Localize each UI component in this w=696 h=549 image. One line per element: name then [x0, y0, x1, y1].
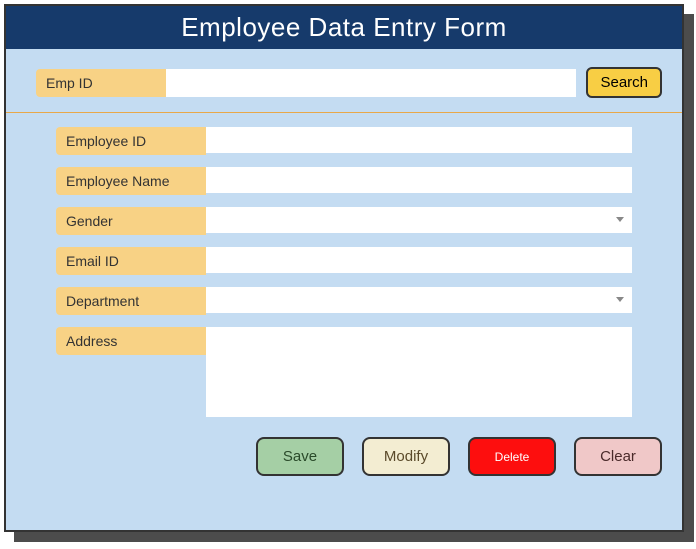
- label-department: Department: [56, 287, 206, 315]
- delete-button[interactable]: Delete: [468, 437, 556, 476]
- row-department: Department: [56, 287, 662, 315]
- label-emp-name: Employee Name: [56, 167, 206, 195]
- clear-button[interactable]: Clear: [574, 437, 662, 476]
- input-emp-name[interactable]: [206, 167, 632, 193]
- input-emp-id[interactable]: [206, 127, 632, 153]
- row-email: Email ID: [56, 247, 662, 275]
- label-address: Address: [56, 327, 206, 355]
- row-address: Address: [56, 327, 662, 417]
- input-email[interactable]: [206, 247, 632, 273]
- label-emp-id: Employee ID: [56, 127, 206, 155]
- save-button[interactable]: Save: [256, 437, 344, 476]
- search-label: Emp ID: [36, 69, 166, 97]
- row-emp-name: Employee Name: [56, 167, 662, 195]
- form-title: Employee Data Entry Form: [6, 6, 682, 49]
- label-gender: Gender: [56, 207, 206, 235]
- form-area: Employee ID Employee Name Gender Email I…: [6, 113, 682, 476]
- button-row: Save Modify Delete Clear: [56, 429, 662, 476]
- search-input[interactable]: [166, 69, 576, 97]
- modify-button[interactable]: Modify: [362, 437, 450, 476]
- row-gender: Gender: [56, 207, 662, 235]
- form-window: Employee Data Entry Form Emp ID Search E…: [4, 4, 684, 532]
- search-area: Emp ID Search: [6, 49, 682, 113]
- select-wrap-department: [206, 287, 632, 313]
- select-wrap-gender: [206, 207, 632, 233]
- textarea-address[interactable]: [206, 327, 632, 417]
- select-department[interactable]: [206, 287, 632, 313]
- label-email: Email ID: [56, 247, 206, 275]
- select-gender[interactable]: [206, 207, 632, 233]
- search-button[interactable]: Search: [586, 67, 662, 98]
- row-emp-id: Employee ID: [56, 127, 662, 155]
